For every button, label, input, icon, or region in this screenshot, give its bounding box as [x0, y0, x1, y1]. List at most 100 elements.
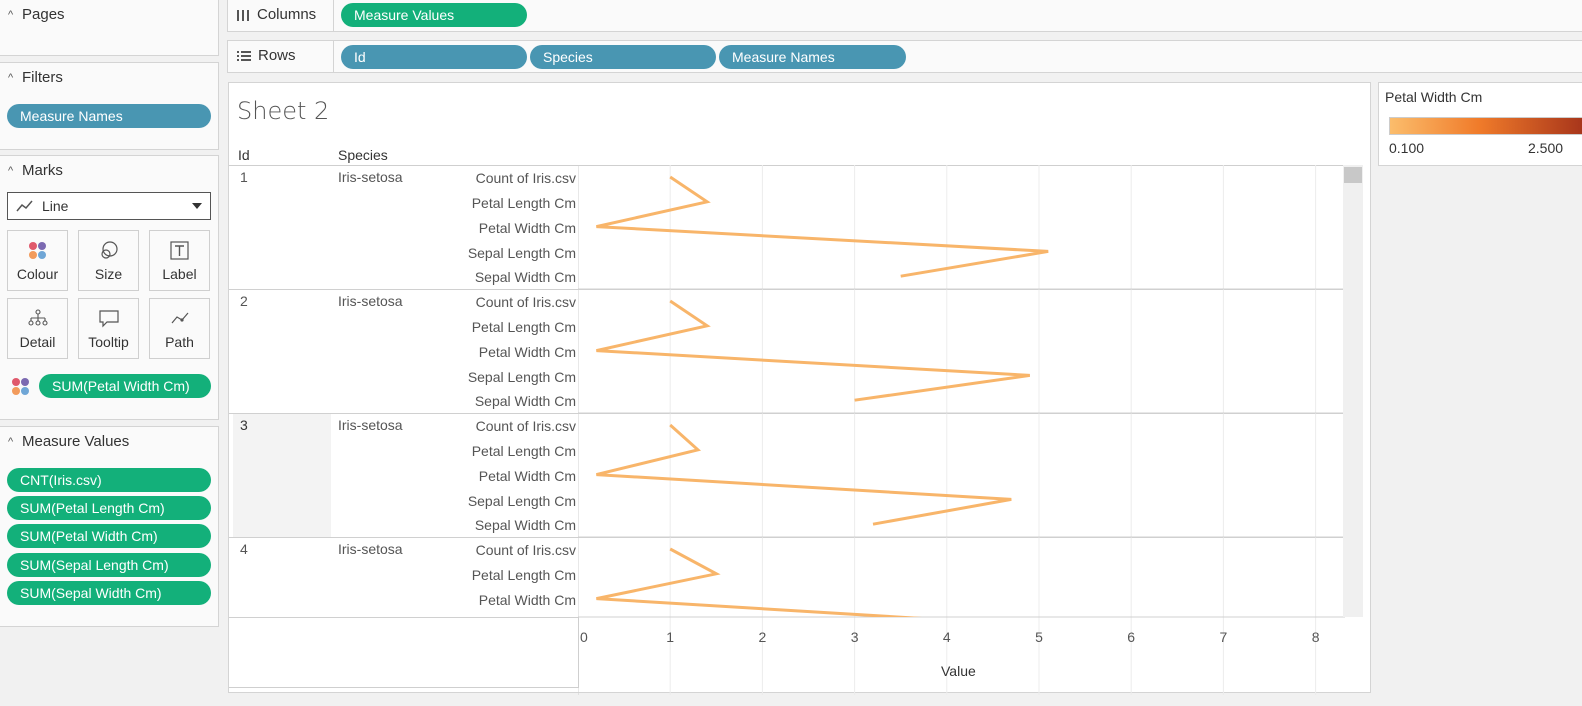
- colour-field-pill[interactable]: SUM(Petal Width Cm): [39, 374, 211, 398]
- row-divider: [229, 617, 578, 618]
- x-tick-label: 4: [943, 629, 951, 645]
- size-button[interactable]: Size: [78, 230, 139, 291]
- measure-name-label: Sepal Length Cm: [467, 245, 576, 261]
- measure-name-label: Petal Width Cm: [478, 220, 576, 236]
- filters-card: ^ Filters Measure Names: [0, 62, 219, 150]
- mark-type-value: Line: [42, 198, 69, 214]
- path-button[interactable]: Path: [149, 298, 210, 359]
- collapse-caret-icon[interactable]: ^: [8, 9, 22, 21]
- x-axis-title: Value: [941, 663, 976, 679]
- measure-name-label: Sepal Width Cm: [474, 393, 576, 409]
- series-line-row-1[interactable]: [596, 175, 1049, 278]
- x-tick-label: 5: [1035, 629, 1043, 645]
- filters-title: Filters: [22, 69, 63, 86]
- filters-header[interactable]: ^ Filters: [8, 69, 63, 86]
- path-icon: [150, 309, 209, 329]
- measure-name-label: Sepal Width Cm: [474, 517, 576, 533]
- measure-values-title: Measure Values: [22, 433, 130, 450]
- row-species[interactable]: Iris-setosa: [338, 541, 403, 557]
- label-button[interactable]: Label: [149, 230, 210, 291]
- series-line-row-2[interactable]: [596, 299, 1031, 402]
- measure-name-label: Sepal Width Cm: [474, 269, 576, 285]
- marks-card: ^ Marks Line Colour Size Label Detail To: [0, 155, 219, 420]
- rows-pill-species[interactable]: Species: [530, 45, 716, 69]
- measure-value-pill[interactable]: SUM(Sepal Length Cm): [7, 553, 211, 577]
- measure-name-label: Petal Length Cm: [471, 195, 576, 211]
- tooltip-icon: [79, 309, 138, 329]
- bottom-left-divider: [229, 687, 579, 688]
- rows-label: Rows: [258, 47, 296, 64]
- marks-header[interactable]: ^ Marks: [8, 162, 63, 179]
- collapse-caret-icon[interactable]: ^: [8, 165, 22, 177]
- label-label: Label: [162, 266, 197, 282]
- measure-name-label: Petal Length Cm: [471, 443, 576, 459]
- legend-max-label: 2.500: [1528, 140, 1564, 156]
- series-line-row-3[interactable]: [596, 423, 1012, 526]
- rows-pill-id[interactable]: Id: [341, 45, 527, 69]
- measure-name-label: Count of Iris.csv: [475, 418, 576, 434]
- measure-value-pill[interactable]: CNT(Iris.csv): [7, 468, 211, 492]
- measure-name-label: Count of Iris.csv: [475, 542, 576, 558]
- columns-label: Columns: [257, 6, 317, 23]
- row-species[interactable]: Iris-setosa: [338, 417, 403, 433]
- scrollbar-thumb[interactable]: [1344, 167, 1362, 183]
- colour-dots-icon: [12, 378, 29, 395]
- column-header-species[interactable]: Species: [338, 147, 388, 163]
- size-label: Size: [94, 266, 123, 282]
- tooltip-button[interactable]: Tooltip: [78, 298, 139, 359]
- collapse-caret-icon[interactable]: ^: [8, 72, 22, 84]
- vertical-scrollbar[interactable]: [1343, 165, 1363, 617]
- mark-type-dropdown[interactable]: Line: [7, 192, 211, 220]
- columns-shelf-label: Columns: [236, 6, 316, 23]
- measure-name-label: Petal Width Cm: [478, 344, 576, 360]
- colour-icon: [8, 241, 67, 261]
- measure-name-label: Petal Width Cm: [478, 468, 576, 484]
- sheet-view: Sheet 2 Id Species 1 Iris-setosa Count o…: [228, 82, 1371, 695]
- x-tick-label: 8: [1312, 629, 1320, 645]
- row-id[interactable]: 2: [240, 293, 248, 309]
- shelf-divider: [333, 0, 334, 31]
- measure-value-pill[interactable]: SUM(Petal Length Cm): [7, 496, 211, 520]
- row-id[interactable]: 1: [240, 169, 248, 185]
- legend-title: Petal Width Cm: [1385, 89, 1483, 105]
- x-tick-label: 7: [1220, 629, 1228, 645]
- line-chart-icon: [16, 200, 33, 212]
- row-species[interactable]: Iris-setosa: [338, 169, 403, 185]
- detail-label: Detail: [19, 334, 56, 350]
- detail-button[interactable]: Detail: [7, 298, 68, 359]
- colour-legend[interactable]: Petal Width Cm 0.100 2.500: [1378, 82, 1582, 166]
- colour-button[interactable]: Colour: [7, 230, 68, 291]
- measure-values-card: ^ Measure Values CNT(Iris.csv) SUM(Petal…: [0, 426, 219, 627]
- detail-icon: [8, 309, 67, 329]
- pages-title: Pages: [22, 6, 65, 23]
- measure-name-label: Sepal Length Cm: [467, 369, 576, 385]
- row-id[interactable]: 4: [240, 541, 248, 557]
- chevron-down-icon: [192, 203, 202, 209]
- row-id[interactable]: 3: [240, 417, 248, 433]
- tooltip-label: Tooltip: [88, 334, 129, 350]
- series-line-row-4[interactable]: [596, 547, 1002, 648]
- measure-values-header[interactable]: ^ Measure Values: [8, 433, 129, 450]
- measure-value-pill[interactable]: SUM(Sepal Width Cm): [7, 581, 211, 605]
- measure-value-pill[interactable]: SUM(Petal Width Cm): [7, 524, 211, 548]
- x-tick-label: 6: [1127, 629, 1135, 645]
- size-icon: [79, 241, 138, 261]
- columns-shelf[interactable]: Columns Measure Values: [227, 0, 1582, 32]
- filter-pill-measure-names[interactable]: Measure Names: [7, 104, 211, 128]
- rows-shelf[interactable]: Rows Id Species Measure Names: [227, 40, 1582, 73]
- pages-header[interactable]: ^ Pages: [8, 6, 65, 23]
- measure-name-label: Count of Iris.csv: [475, 294, 576, 310]
- x-tick-label: 0: [580, 629, 588, 645]
- chart-plot[interactable]: 0 1 2 3 4 5 6 7 8: [578, 165, 1345, 695]
- x-tick-label: 3: [851, 629, 859, 645]
- rows-icon: [237, 50, 251, 61]
- rows-pill-measure-names[interactable]: Measure Names: [719, 45, 906, 69]
- measure-name-label: Sepal Length Cm: [467, 493, 576, 509]
- row-species[interactable]: Iris-setosa: [338, 293, 403, 309]
- columns-pill-measure-values[interactable]: Measure Values: [341, 3, 527, 27]
- legend-min-label: 0.100: [1389, 140, 1425, 156]
- collapse-caret-icon[interactable]: ^: [8, 436, 22, 448]
- legend-gradient: [1389, 117, 1582, 135]
- column-header-id[interactable]: Id: [238, 147, 250, 163]
- columns-icon: [237, 9, 249, 21]
